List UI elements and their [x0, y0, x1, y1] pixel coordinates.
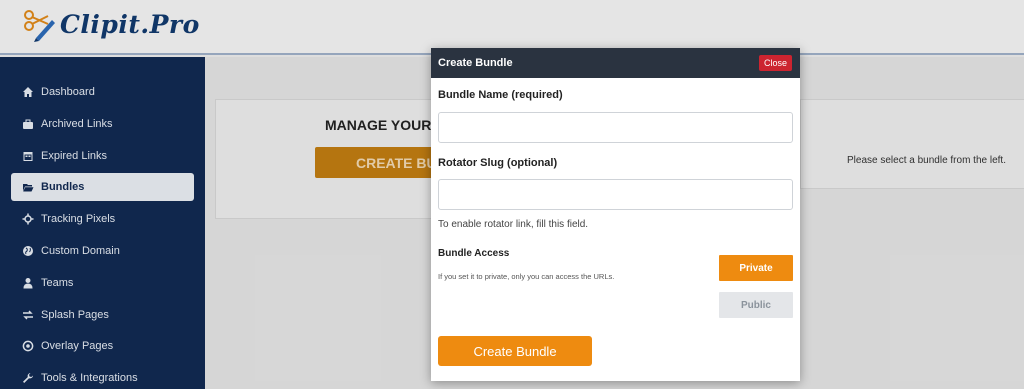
private-access-button[interactable]: Private	[719, 255, 793, 281]
create-bundle-button[interactable]: Create Bundle	[438, 336, 592, 366]
bundle-name-label: Bundle Name (required)	[438, 89, 563, 101]
create-bundle-modal: Create Bundle Close Bundle Name (require…	[431, 48, 800, 381]
rotator-slug-label: Rotator Slug (optional)	[438, 157, 558, 169]
rotator-slug-input[interactable]	[438, 179, 793, 210]
bundle-access-note: If you set it to private, only you can a…	[438, 272, 615, 281]
bundle-name-input[interactable]	[438, 112, 793, 143]
bundle-access-label: Bundle Access	[438, 248, 510, 259]
close-button[interactable]: Close	[758, 55, 792, 71]
modal-title: Create Bundle	[438, 57, 513, 69]
modal-header: Create Bundle Close	[431, 48, 800, 78]
rotator-hint: To enable rotator link, fill this field.	[438, 219, 589, 230]
public-access-button[interactable]: Public	[719, 292, 793, 318]
